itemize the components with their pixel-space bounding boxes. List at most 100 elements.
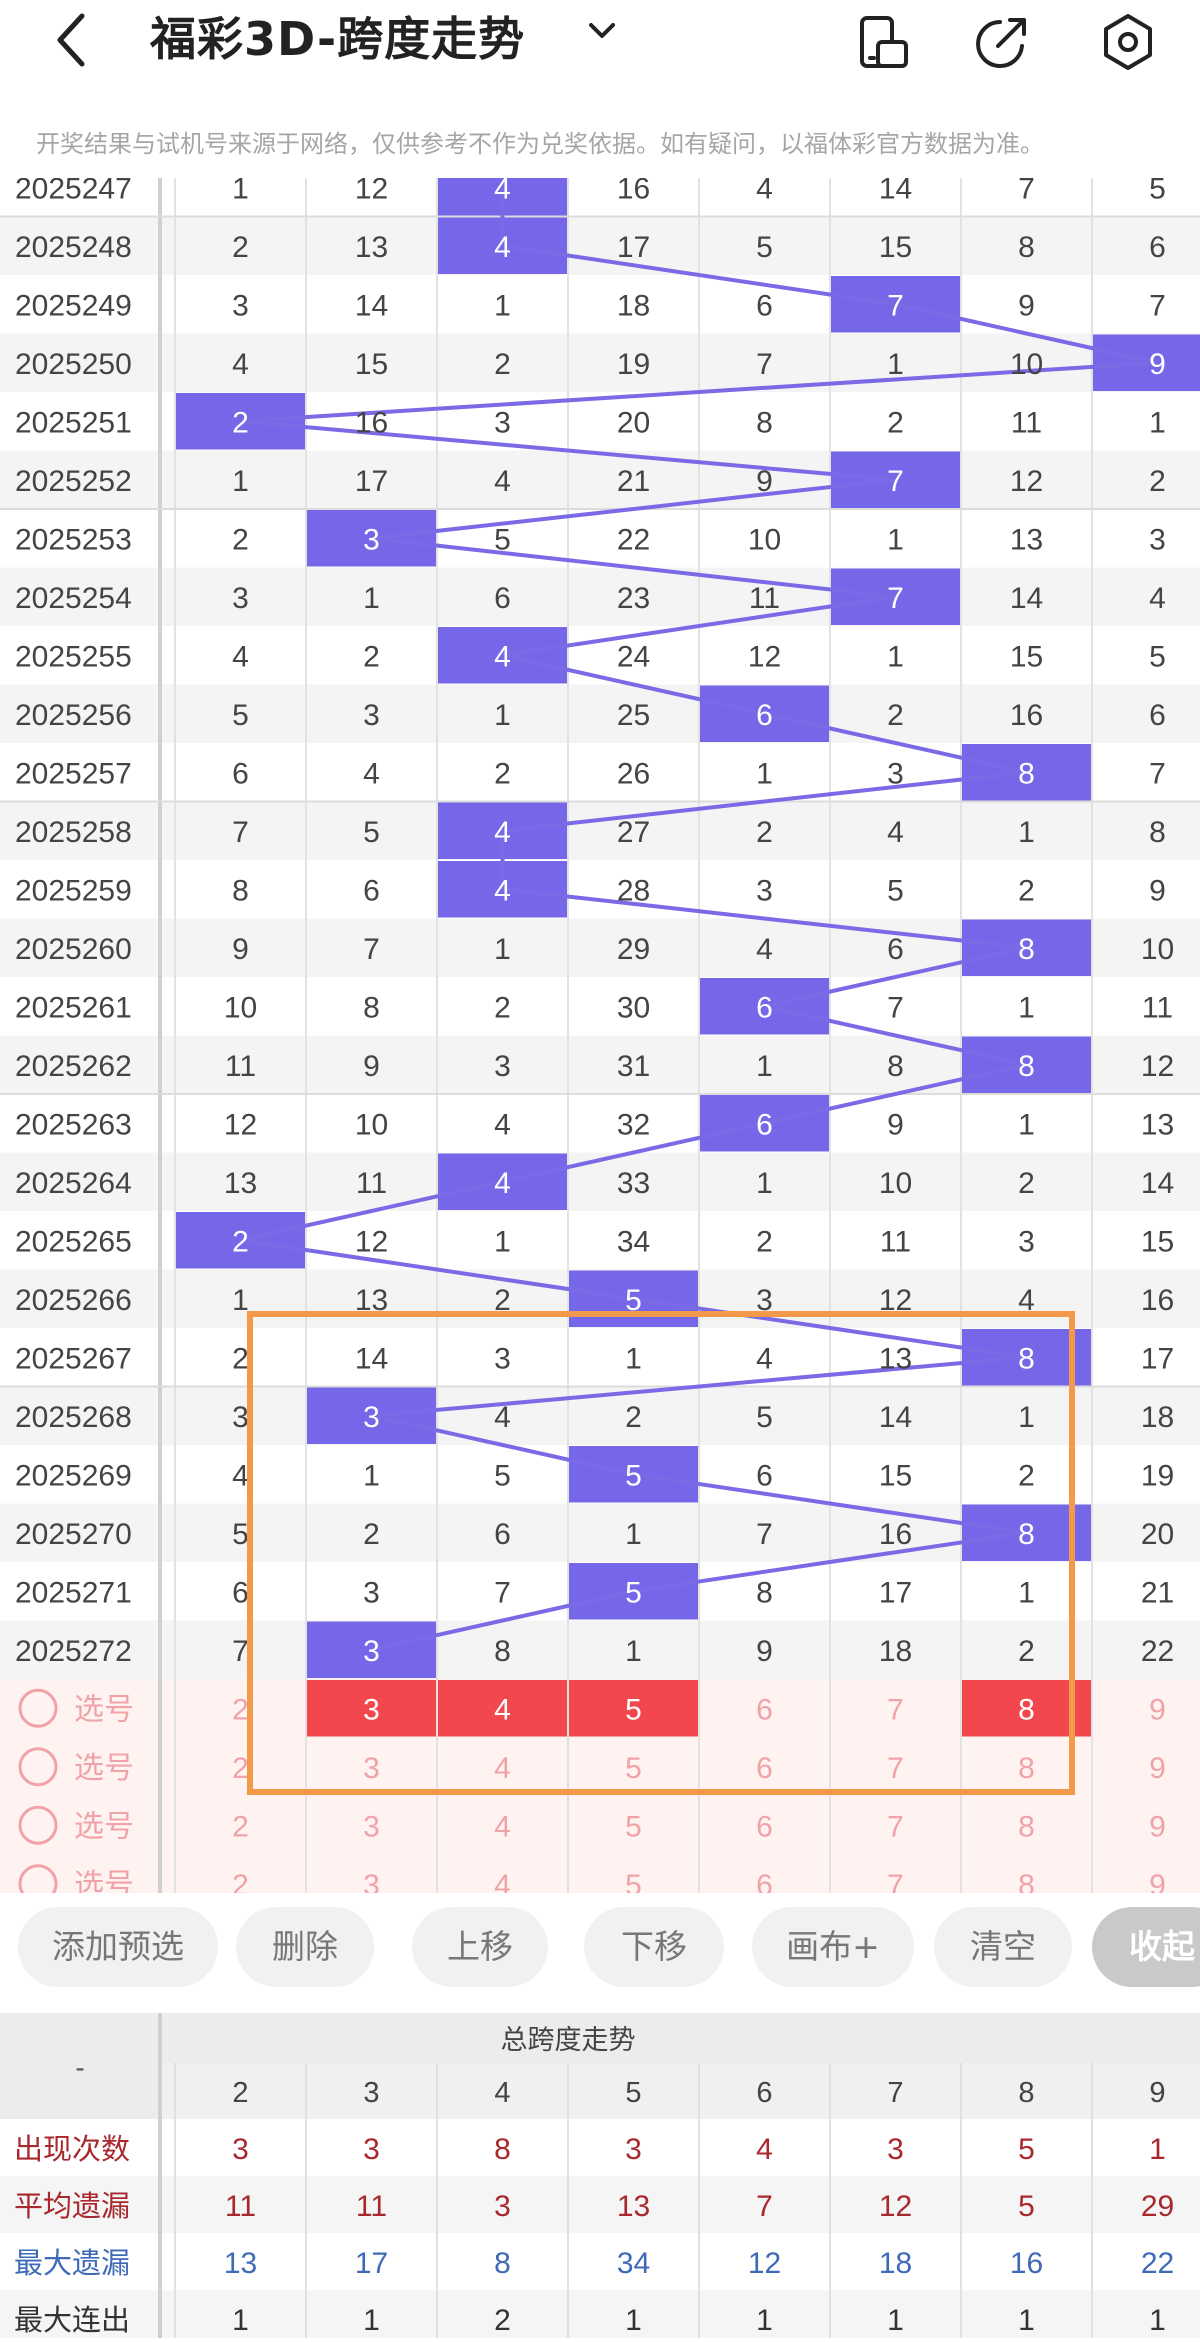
stats-value: 1 [625, 2304, 642, 2337]
omission-value: 1 [232, 465, 249, 498]
hit-value: 6 [756, 699, 773, 732]
page-title[interactable]: 福彩3D-跨度走势 [150, 4, 525, 74]
collapse-button[interactable]: 收起 [1092, 1907, 1200, 1987]
disclaimer-notice: 开奖结果与试机号来源于网络，仅供参考不作为兑奖依据。如有疑问，以福体彩官方数据为… [36, 130, 1044, 158]
pick-number[interactable]: 4 [494, 1752, 511, 1785]
stats-value: 7 [756, 2190, 773, 2223]
pick-number[interactable]: 3 [363, 1869, 380, 1893]
omission-value: 9 [1149, 874, 1166, 907]
pick-number[interactable]: 5 [625, 1693, 642, 1726]
omission-value: 18 [617, 289, 650, 322]
move-down-button[interactable]: 下移 [584, 1907, 724, 1987]
pick-number[interactable]: 7 [887, 1752, 904, 1785]
pick-number[interactable]: 7 [887, 1869, 904, 1893]
omission-value: 17 [355, 465, 388, 498]
stats-table-svg: -总跨度走势2 3 4 5 6 7 8 9出现次数 3 3 8 3 4 3 5 1平均遗漏 11 11 3 13 7 12… [0, 2005, 1200, 2342]
omission-value: 7 [1149, 289, 1166, 322]
omission-value: 8 [494, 1635, 511, 1668]
pick-number[interactable]: 3 [363, 1693, 380, 1726]
pick-number[interactable]: 3 [363, 1752, 380, 1785]
pick-number[interactable]: 5 [625, 1752, 642, 1785]
omission-value: 7 [887, 991, 904, 1024]
back-icon[interactable] [52, 10, 112, 80]
share-icon[interactable] [970, 10, 1034, 74]
pick-number[interactable]: 8 [1018, 1752, 1035, 1785]
omission-value: 2 [1018, 1459, 1035, 1492]
omission-value: 2 [232, 1342, 249, 1375]
stats-column-header: 5 [625, 2077, 641, 2109]
omission-value: 11 [880, 1225, 911, 1258]
stats-value: 12 [748, 2247, 781, 2280]
pick-number[interactable]: 4 [494, 1869, 511, 1893]
chevron-down-icon[interactable] [585, 14, 619, 64]
clear-button[interactable]: 清空 [934, 1907, 1072, 1987]
omission-value: 11 [225, 1050, 256, 1083]
omission-value: 9 [887, 1108, 904, 1141]
omission-value: 5 [494, 1459, 511, 1492]
pick-number[interactable]: 9 [1149, 1752, 1166, 1785]
stats-value: 1 [232, 2304, 249, 2337]
omission-value: 1 [1018, 1576, 1035, 1609]
pick-number[interactable]: 4 [494, 1693, 511, 1726]
pick-number[interactable]: 6 [756, 1869, 773, 1893]
stats-value: 5 [1018, 2133, 1035, 2166]
delete-button[interactable]: 删除 [236, 1907, 374, 1987]
pick-number[interactable]: 6 [756, 1693, 773, 1726]
pick-number[interactable]: 4 [494, 1810, 511, 1843]
trend-grid: 2025247 1 12 4 16 4 14 7 5 2025248 2 13 4 17 5 15 8 6 2025… [0, 178, 1200, 1893]
omission-value: 31 [617, 1050, 650, 1083]
pick-number[interactable]: 2 [232, 1693, 249, 1726]
omission-value: 5 [1149, 178, 1166, 205]
omission-value: 16 [1010, 699, 1043, 732]
omission-value: 8 [1149, 816, 1166, 849]
omission-value: 1 [494, 933, 511, 966]
phone-rotate-icon[interactable] [852, 10, 916, 74]
omission-value: 9 [363, 1050, 380, 1083]
pick-number[interactable]: 7 [887, 1693, 904, 1726]
pick-number[interactable]: 9 [1149, 1693, 1166, 1726]
pick-number[interactable]: 9 [1149, 1869, 1166, 1893]
omission-value: 4 [756, 1342, 773, 1375]
omission-value: 1 [232, 1284, 249, 1317]
pick-number[interactable]: 6 [756, 1752, 773, 1785]
stats-value: 13 [224, 2247, 257, 2280]
pick-number[interactable]: 6 [756, 1810, 773, 1843]
omission-value: 13 [1010, 523, 1043, 556]
stats-column-header: 7 [887, 2077, 903, 2109]
omission-value: 2 [887, 699, 904, 732]
pick-number[interactable]: 2 [232, 1810, 249, 1843]
pick-number[interactable]: 8 [1018, 1810, 1035, 1843]
omission-value: 17 [1141, 1342, 1174, 1375]
omission-value: 4 [232, 348, 249, 381]
omission-value: 20 [1141, 1518, 1174, 1551]
pick-number[interactable]: 8 [1018, 1693, 1035, 1726]
pick-number[interactable]: 5 [625, 1810, 642, 1843]
hit-value: 4 [494, 231, 511, 264]
canvas-plus-button[interactable]: 画布+ [752, 1907, 914, 1987]
settings-icon[interactable] [1096, 10, 1160, 74]
pick-number[interactable]: 3 [363, 1810, 380, 1843]
hit-value: 9 [1149, 348, 1166, 381]
omission-value: 11 [1142, 991, 1173, 1024]
pick-number[interactable]: 2 [232, 1752, 249, 1785]
stats-value: 11 [356, 2190, 387, 2223]
pick-number[interactable]: 7 [887, 1810, 904, 1843]
omission-value: 12 [1141, 1050, 1174, 1083]
omission-value: 4 [363, 757, 380, 790]
omission-value: 3 [887, 757, 904, 790]
issue-number: 2025268 [15, 1401, 132, 1434]
omission-value: 9 [756, 1635, 773, 1668]
pick-number[interactable]: 5 [625, 1869, 642, 1893]
omission-value: 8 [1018, 231, 1035, 264]
omission-value: 1 [494, 1225, 511, 1258]
pick-number[interactable]: 8 [1018, 1869, 1035, 1893]
pick-number[interactable]: 2 [232, 1869, 249, 1893]
omission-value: 3 [232, 1401, 249, 1434]
pick-number[interactable]: 9 [1149, 1810, 1166, 1843]
stats-column-header: 6 [756, 2077, 772, 2109]
omission-value: 19 [617, 348, 650, 381]
omission-value: 6 [756, 1459, 773, 1492]
issue-number: 2025271 [15, 1576, 132, 1609]
add-preselect-button[interactable]: 添加预选 [18, 1907, 218, 1987]
move-up-button[interactable]: 上移 [412, 1907, 548, 1987]
